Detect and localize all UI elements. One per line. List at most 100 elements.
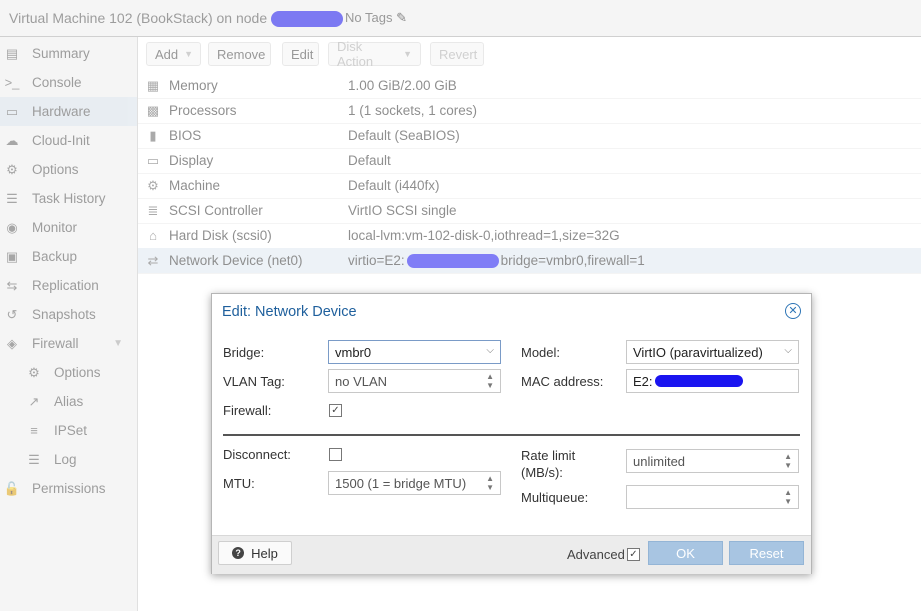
sidebar-item-console[interactable]: >_ Console — [0, 68, 137, 97]
sidebar-item-alias-fw[interactable]: ↗ Alias — [0, 387, 137, 416]
chevron-down-icon[interactable]: ⌵ — [784, 345, 792, 356]
hardware-toolbar: Add ▼ Remove Edit Disk Action ▼ Revert — [138, 37, 921, 71]
hardware-row[interactable]: ⇄ Network Device (net0) virtio=E2: bridge=v… — [138, 248, 921, 274]
revert-button[interactable]: Revert — [430, 42, 484, 66]
sidebar-item-label: Replication — [32, 278, 99, 293]
hardware-name: Hard Disk (scsi0) — [169, 228, 272, 243]
tags-area[interactable]: No Tags ✎ — [345, 10, 407, 26]
hardware-row[interactable]: ▩ Processors 1 (1 sockets, 1 cores) — [138, 98, 921, 124]
sidebar-item-log-fw[interactable]: ☰ Log — [0, 445, 137, 474]
vlan-tag-label: VLAN Tag: — [223, 374, 285, 389]
sidebar-item-task-history[interactable]: ☰ Task History — [0, 184, 137, 213]
sidebar-item-firewall[interactable]: ◈ Firewall ▼ — [0, 329, 137, 358]
desktop-icon: ▭ — [146, 152, 160, 168]
disk-action-label: Disk Action — [337, 39, 374, 69]
sidebar-item-summary[interactable]: ▤ Summary — [0, 39, 137, 68]
hardware-name: Processors — [169, 103, 237, 118]
multiqueue-input[interactable]: ▲ ▼ — [626, 485, 799, 509]
list-icon: ☰ — [28, 451, 40, 467]
gear-icon: ⚙ — [28, 364, 40, 380]
spinner-icon[interactable]: ▲ ▼ — [784, 488, 792, 506]
sidebar: ▤ Summary >_ Console ▭ Hardware ☁ Cloud-Init ⚙ Op… — [0, 37, 138, 611]
sidebar-item-backup[interactable]: ▣ Backup — [0, 242, 137, 271]
hardware-value-suffix: bridge=vmbr0,firewall=1 — [500, 252, 645, 268]
disconnect-checkbox[interactable] — [329, 448, 342, 461]
hardware-name: Display — [169, 153, 214, 168]
model-value: VirtIO (paravirtualized) — [633, 344, 763, 360]
hardware-value-prefix: virtio=E2: — [348, 252, 405, 268]
sidebar-item-hardware[interactable]: ▭ Hardware — [0, 97, 137, 126]
console-icon: >_ — [4, 75, 20, 90]
sidebar-item-label: Log — [54, 452, 77, 467]
dialog-title: Edit: Network Device — [222, 304, 357, 320]
hardware-row[interactable]: ≣ SCSI Controller VirtIO SCSI single — [138, 198, 921, 224]
vm-title: Virtual Machine 102 (BookStack) on node — [9, 10, 344, 28]
sidebar-item-snapshots[interactable]: ↺ Snapshots — [0, 300, 137, 329]
hardware-value: Default (i440fx) — [348, 178, 440, 193]
sidebar-item-options[interactable]: ⚙ Options — [0, 155, 137, 184]
hardware-value: VirtIO SCSI single — [348, 203, 457, 218]
reset-button-label: Reset — [749, 545, 784, 561]
hardware-name: SCSI Controller — [169, 203, 263, 218]
bridge-label: Bridge: — [223, 345, 265, 360]
hardware-name: BIOS — [169, 128, 202, 143]
edit-button[interactable]: Edit — [282, 42, 319, 66]
model-select[interactable]: VirtIO (paravirtualized) ⌵ — [626, 340, 799, 364]
hardware-row[interactable]: ▭ Display Default — [138, 148, 921, 174]
chevron-down-icon[interactable]: ⌵ — [486, 345, 494, 356]
sidebar-item-replication[interactable]: ⇆ Replication — [0, 271, 137, 300]
hardware-name: Memory — [169, 78, 218, 93]
model-label: Model: — [521, 345, 561, 360]
firewall-label: Firewall: — [223, 403, 272, 418]
sidebar-item-label: Alias — [54, 394, 84, 409]
advanced-checkbox[interactable]: ✓ — [627, 548, 640, 561]
pencil-icon[interactable]: ✎ — [396, 10, 407, 25]
bridge-value: vmbr0 — [335, 344, 372, 360]
sidebar-item-label: Task History — [32, 191, 106, 206]
rate-limit-input[interactable]: unlimited ▲ ▼ — [626, 449, 799, 473]
bridge-select[interactable]: vmbr0 ⌵ — [328, 340, 501, 364]
mtu-value: 1500 (1 = bridge MTU) — [335, 475, 467, 491]
database-icon: ≣ — [147, 202, 159, 218]
monitor-icon: ▭ — [5, 103, 19, 119]
hdd-icon: ⌂ — [149, 228, 157, 243]
close-icon[interactable]: ✕ — [785, 303, 801, 319]
cpu-icon: ▩ — [146, 102, 160, 118]
remove-button[interactable]: Remove — [208, 42, 271, 66]
reset-button[interactable]: Reset — [729, 541, 804, 565]
retweet-icon: ⇆ — [6, 277, 18, 293]
add-button[interactable]: Add ▼ — [146, 42, 201, 66]
spinner-icon[interactable]: ▲ ▼ — [784, 452, 792, 470]
spinner-icon[interactable]: ▲ ▼ — [486, 372, 494, 390]
external-link-icon: ↗ — [28, 393, 40, 409]
sidebar-item-label: Snapshots — [32, 307, 96, 322]
chevron-down-icon[interactable]: ▼ — [113, 338, 123, 349]
hardware-value: local-lvm:vm-102-disk-0,iothread=1,size=… — [348, 228, 620, 243]
hardware-row[interactable]: ⌂ Hard Disk (scsi0) local-lvm:vm-102-disk-… — [138, 223, 921, 249]
gear-icon: ⚙ — [6, 161, 18, 177]
hardware-value: Default — [348, 153, 391, 168]
sidebar-item-options-fw[interactable]: ⚙ Options — [0, 358, 137, 387]
sidebar-item-label: Options — [32, 162, 79, 177]
disk-action-button[interactable]: Disk Action ▼ — [328, 39, 421, 69]
sidebar-item-permissions[interactable]: 🔓 Permissions — [0, 474, 137, 503]
firewall-checkbox[interactable]: ✓ — [329, 404, 342, 417]
vlan-tag-input[interactable]: no VLAN ▲ ▼ — [328, 369, 501, 393]
mac-address-input[interactable]: E2: — [626, 369, 799, 393]
hardware-value: virtio=E2: bridge=vmbr0,firewall=1 — [348, 252, 645, 269]
spinner-icon[interactable]: ▲ ▼ — [486, 474, 494, 492]
sidebar-item-cloud-init[interactable]: ☁ Cloud-Init — [0, 126, 137, 155]
ok-button[interactable]: OK — [648, 541, 723, 565]
sidebar-item-label: Backup — [32, 249, 78, 264]
remove-button-label: Remove — [217, 46, 266, 62]
hardware-row[interactable]: ▦ Memory 1.00 GiB/2.00 GiB — [138, 73, 921, 99]
history-icon: ↺ — [6, 306, 18, 322]
hardware-row[interactable]: ▮ BIOS Default (SeaBIOS) — [138, 123, 921, 149]
memory-icon: ▦ — [146, 77, 160, 93]
help-button[interactable]: ? Help — [218, 541, 292, 565]
sidebar-item-monitor[interactable]: ◉ Monitor — [0, 213, 137, 242]
mtu-input[interactable]: 1500 (1 = bridge MTU) ▲ ▼ — [328, 471, 501, 495]
sidebar-item-ipset-fw[interactable]: ≡ IPSet — [0, 416, 137, 445]
cogs-icon: ⚙ — [147, 177, 159, 193]
hardware-row[interactable]: ⚙ Machine Default (i440fx) — [138, 173, 921, 199]
